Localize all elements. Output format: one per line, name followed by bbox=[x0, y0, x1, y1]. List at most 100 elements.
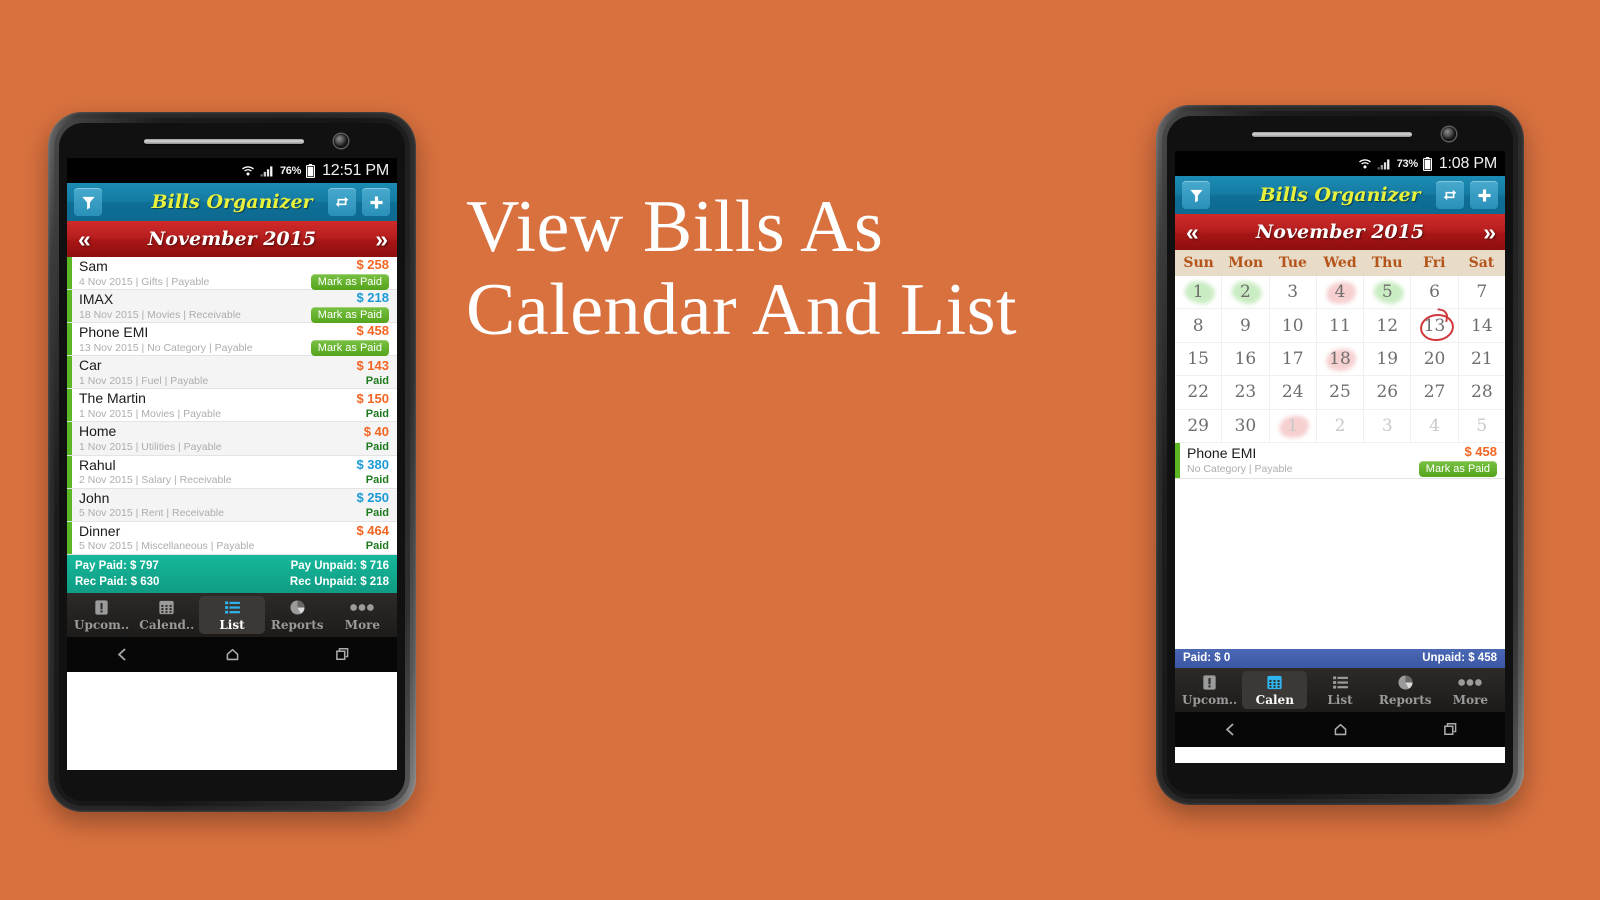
calendar-day-cell[interactable]: 5 bbox=[1364, 276, 1412, 310]
bill-list[interactable]: Phone EMI No Category | Payable $ 458 Ma… bbox=[1175, 442, 1505, 479]
calendar-day-cell[interactable]: 28 bbox=[1458, 376, 1505, 410]
calendar-day-cell[interactable]: 14 bbox=[1458, 309, 1505, 343]
calendar-day-cell[interactable]: 6 bbox=[1411, 276, 1459, 310]
calendar-day-number: 2 bbox=[1240, 282, 1251, 303]
bill-type-accent bbox=[67, 323, 72, 356]
bill-row[interactable]: The Martin 1 Nov 2015 | Movies | Payable… bbox=[67, 389, 397, 423]
back-icon[interactable] bbox=[1222, 721, 1239, 738]
bill-row[interactable]: IMAX 18 Nov 2015 | Movies | Receivable $… bbox=[67, 290, 397, 324]
calendar-day-cell[interactable]: 18 bbox=[1316, 342, 1365, 377]
calendar-day-number: 4 bbox=[1334, 282, 1346, 303]
bill-meta: 1 Nov 2015 | Fuel | Payable bbox=[79, 374, 209, 387]
bottom-tab-bar[interactable]: Upcom.. Calen List Reports More bbox=[1175, 667, 1505, 712]
home-icon[interactable] bbox=[224, 646, 241, 663]
calendar-day-cell[interactable]: 17 bbox=[1269, 342, 1317, 377]
mark-as-paid-button[interactable]: Mark as Paid bbox=[310, 273, 389, 290]
filter-button[interactable] bbox=[74, 188, 102, 216]
tab-reports[interactable]: Reports bbox=[1373, 671, 1438, 709]
calendar-day-cell[interactable]: 11 bbox=[1316, 309, 1365, 343]
mark-as-paid-button[interactable]: Mark as Paid bbox=[310, 339, 389, 356]
repeat-button[interactable] bbox=[328, 188, 356, 216]
paid-label: Paid bbox=[365, 441, 389, 454]
calendar-day-number: 10 bbox=[1281, 315, 1304, 336]
mark-as-paid-button[interactable]: Mark as Paid bbox=[310, 306, 389, 323]
calendar-day-number: 20 bbox=[1423, 348, 1446, 369]
calendar-day-cell[interactable]: 3 bbox=[1269, 276, 1317, 310]
calendar-day-cell[interactable]: 15 bbox=[1175, 342, 1223, 377]
recents-icon[interactable] bbox=[334, 646, 351, 663]
next-month-button[interactable]: » bbox=[1483, 219, 1496, 246]
calendar-day-cell[interactable]: 29 bbox=[1175, 409, 1223, 443]
calendar-grid[interactable]: 1 2 3 4 5 6 7 8 9 10 11 12 13 14 15 16 1… bbox=[1175, 276, 1505, 443]
app-bar: Bills Organizer bbox=[67, 183, 397, 221]
back-icon[interactable] bbox=[114, 646, 131, 663]
calendar-day-cell[interactable]: 3 bbox=[1364, 409, 1412, 443]
tab-list[interactable]: List bbox=[1307, 671, 1372, 709]
calendar-day-cell[interactable]: 27 bbox=[1411, 376, 1459, 410]
calendar-day-cell[interactable]: 9 bbox=[1222, 309, 1270, 343]
filter-button[interactable] bbox=[1182, 181, 1210, 209]
calendar-day-cell[interactable]: 1 bbox=[1175, 276, 1223, 310]
empty-list-area bbox=[1175, 478, 1505, 649]
tab-more[interactable]: More bbox=[330, 596, 395, 634]
calendar-day-cell[interactable]: 23 bbox=[1222, 376, 1270, 410]
calendar-day-cell[interactable]: 19 bbox=[1364, 342, 1412, 377]
calendar-day-cell[interactable]: 21 bbox=[1458, 343, 1505, 377]
prev-month-button[interactable]: « bbox=[78, 226, 91, 253]
calendar-day-cell[interactable]: 7 bbox=[1458, 276, 1505, 310]
tab-calen[interactable]: Calen bbox=[1242, 670, 1308, 709]
bill-row[interactable]: Home 1 Nov 2015 | Utilities | Payable $ … bbox=[67, 422, 397, 456]
prev-month-button[interactable]: « bbox=[1186, 219, 1199, 246]
calendar-day-cell[interactable]: 4 bbox=[1316, 276, 1365, 310]
repeat-icon bbox=[1443, 189, 1457, 201]
android-nav-bar[interactable] bbox=[67, 637, 397, 672]
calendar-day-cell[interactable]: 25 bbox=[1316, 376, 1365, 410]
next-month-button[interactable]: » bbox=[375, 226, 388, 253]
calendar-day-cell[interactable]: 30 bbox=[1222, 409, 1270, 443]
tab-label: List bbox=[219, 618, 245, 632]
tab-reports[interactable]: Reports bbox=[265, 596, 330, 634]
add-bill-button[interactable] bbox=[362, 188, 390, 216]
recents-icon[interactable] bbox=[1442, 721, 1459, 738]
calendar-day-cell[interactable]: 2 bbox=[1316, 409, 1365, 443]
calendar-day-cell[interactable]: 12 bbox=[1364, 309, 1412, 343]
calendar-day-cell[interactable]: 13 bbox=[1411, 309, 1459, 343]
bill-row[interactable]: Phone EMI 13 Nov 2015 | No Category | Pa… bbox=[67, 323, 397, 357]
calendar-day-cell[interactable]: 8 bbox=[1175, 309, 1223, 343]
calendar-day-cell[interactable]: 26 bbox=[1364, 376, 1412, 410]
tab-more[interactable]: More bbox=[1438, 671, 1503, 709]
calendar-day-cell[interactable]: 22 bbox=[1175, 376, 1223, 410]
repeat-button[interactable] bbox=[1436, 181, 1464, 209]
calendar-day-cell[interactable]: 20 bbox=[1411, 342, 1459, 377]
bill-row[interactable]: Dinner 5 Nov 2015 | Miscellaneous | Paya… bbox=[67, 521, 397, 555]
android-nav-bar[interactable] bbox=[1175, 711, 1505, 747]
tab-calend[interactable]: Calend.. bbox=[134, 596, 199, 634]
calendar-day-cell[interactable]: 5 bbox=[1458, 410, 1505, 443]
bill-row[interactable]: Sam 4 Nov 2015 | Gifts | Payable $ 258 M… bbox=[67, 257, 397, 291]
calendar-day-number: 2 bbox=[1334, 415, 1346, 436]
tab-list[interactable]: List bbox=[199, 596, 265, 634]
calendar-day-cell[interactable]: 1 bbox=[1269, 409, 1317, 443]
bill-list[interactable]: Sam 4 Nov 2015 | Gifts | Payable $ 258 M… bbox=[67, 257, 397, 555]
bill-amount: $ 250 bbox=[356, 490, 389, 506]
tab-label: More bbox=[1452, 692, 1489, 707]
bill-row[interactable]: John 5 Nov 2015 | Rent | Receivable $ 25… bbox=[67, 488, 397, 522]
calendar-day-cell[interactable]: 2 bbox=[1222, 276, 1270, 310]
battery-icon bbox=[306, 163, 316, 178]
bottom-tab-bar[interactable]: Upcom.. Calend.. List Reports More bbox=[67, 593, 397, 637]
bill-row[interactable]: Rahul 2 Nov 2015 | Salary | Receivable $… bbox=[67, 455, 397, 489]
summary-rec-paid: Rec Paid: $ 630 bbox=[75, 576, 160, 588]
calendar-day-number: 3 bbox=[1287, 282, 1299, 303]
calendar-day-cell[interactable]: 10 bbox=[1269, 309, 1317, 343]
bill-row[interactable]: Car 1 Nov 2015 | Fuel | Payable $ 143 Pa… bbox=[67, 356, 397, 390]
calendar-day-cell[interactable]: 16 bbox=[1222, 342, 1270, 377]
bill-row[interactable]: Phone EMI No Category | Payable $ 458 Ma… bbox=[1175, 442, 1505, 479]
home-icon[interactable] bbox=[1332, 721, 1349, 738]
tab-upcom[interactable]: Upcom.. bbox=[1177, 671, 1242, 709]
calendar-day-cell[interactable]: 4 bbox=[1411, 409, 1459, 443]
add-bill-button[interactable] bbox=[1470, 181, 1498, 209]
mark-as-paid-button[interactable]: Mark as Paid bbox=[1418, 460, 1497, 477]
tab-upcom[interactable]: Upcom.. bbox=[69, 596, 134, 634]
calendar-day-cell[interactable]: 24 bbox=[1269, 376, 1317, 410]
earpiece-speaker bbox=[144, 139, 304, 144]
